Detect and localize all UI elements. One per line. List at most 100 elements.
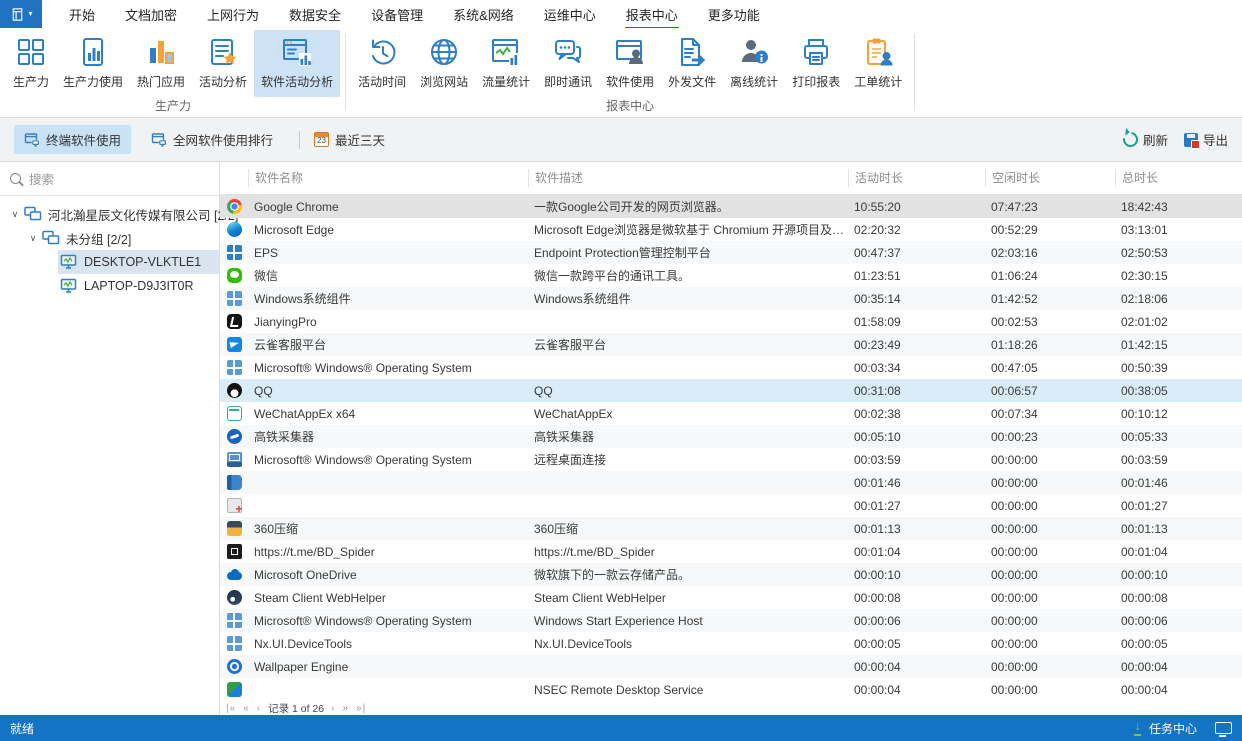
table-row[interactable]: NSEC Remote Desktop Service 00:00:04 00:…: [220, 678, 1242, 701]
column-header-name[interactable]: 软件名称: [248, 169, 528, 187]
computer-icon: [60, 254, 78, 270]
menu-item[interactable]: 开始: [54, 0, 110, 28]
org-icon: [24, 206, 42, 222]
ribbon-button[interactable]: 即时通讯: [537, 30, 599, 97]
next-page-button[interactable]: ›: [331, 703, 335, 714]
ribbon-button[interactable]: 软件活动分析: [254, 30, 340, 97]
toolbar-separator: [299, 131, 300, 149]
tree-node[interactable]: LAPTOP-D9J3IT0R: [0, 274, 219, 298]
table-row[interactable]: 微信 微信一款跨平台的通讯工具。 01:23:51 01:06:24 02:30…: [220, 264, 1242, 287]
refresh-button[interactable]: 刷新: [1123, 130, 1168, 149]
table-row[interactable]: EPS Endpoint Protection管理控制平台 00:47:37 0…: [220, 241, 1242, 264]
column-header-idle[interactable]: 空闲时长: [985, 169, 1115, 187]
software-usage-table: 软件名称 软件描述 活动时长 空闲时长 总时长 Google Chrome 一款…: [220, 162, 1242, 715]
ribbon-separator: [914, 34, 915, 111]
tree-node[interactable]: ∨ 未分组 [2/2]: [0, 226, 219, 250]
gaotie-icon: [227, 429, 242, 444]
menu-item[interactable]: 系统&网络: [438, 0, 529, 28]
user-info-icon: [738, 36, 770, 68]
tree-node[interactable]: ∨ 河北瀚星辰文化传媒有限公司 [2/2]: [0, 202, 219, 226]
device-tree: ∨ 河北瀚星辰文化传媒有限公司 [2/2] ∨ 未分组 [2/2]: [0, 196, 219, 298]
table-row[interactable]: https://t.me/BD_Spider https://t.me/BD_S…: [220, 540, 1242, 563]
export-button[interactable]: 导出: [1184, 130, 1228, 149]
ribbon-button[interactable]: 浏览网站: [413, 30, 475, 97]
expand-arrow-icon[interactable]: ∨: [8, 209, 22, 220]
menu-item[interactable]: 更多功能: [693, 0, 775, 28]
ribbon: 生产力 生产力使用 热门应用 活动分析 软件活动分析 生产力: [0, 28, 1242, 118]
table-row[interactable]: 00:01:46 00:00:00 00:01:46: [220, 471, 1242, 494]
table-row[interactable]: Microsoft® Windows® Operating System 00:…: [220, 356, 1242, 379]
menu-item[interactable]: 数据安全: [274, 0, 356, 28]
table-row[interactable]: Microsoft Edge Microsoft Edge浏览器是微软基于 Ch…: [220, 218, 1242, 241]
menu-bar: ▾ 开始 文档加密 上网行为 数据安全 设备管理 系统&网络 运维中心: [0, 0, 1242, 28]
menu-item[interactable]: 运维中心: [529, 0, 611, 28]
table-row[interactable]: 360压缩 360压缩 00:01:13 00:00:00 00:01:13: [220, 517, 1242, 540]
prev-group-button[interactable]: «: [243, 703, 250, 714]
ribbon-button[interactable]: 离线统计: [723, 30, 785, 97]
table-row[interactable]: Nx.UI.DeviceTools Nx.UI.DeviceTools 00:0…: [220, 632, 1242, 655]
ribbon-button[interactable]: 生产力使用: [56, 30, 130, 97]
view-tab[interactable]: 终端软件使用: [14, 125, 131, 154]
search-icon: [10, 173, 21, 184]
chat-icon: [552, 36, 584, 68]
table-row[interactable]: Wallpaper Engine 00:00:04 00:00:00 00:00…: [220, 655, 1242, 678]
table-row[interactable]: Windows系统组件 Windows系统组件 00:35:14 01:42:5…: [220, 287, 1242, 310]
task-center-button[interactable]: 任务中心: [1149, 720, 1197, 737]
search-input[interactable]: 搜索: [0, 162, 219, 196]
table-row[interactable]: 高铁采集器 高铁采集器 00:05:10 00:00:23 00:05:33: [220, 425, 1242, 448]
expand-arrow-icon[interactable]: ∨: [26, 233, 40, 244]
menu-item[interactable]: 文档加密: [110, 0, 192, 28]
column-header-active[interactable]: 活动时长: [848, 169, 985, 187]
jianying-icon: [227, 314, 242, 329]
screen-icon[interactable]: [1215, 722, 1232, 734]
bdspider-icon: [227, 544, 242, 559]
table-row[interactable]: Steam Client WebHelper Steam Client WebH…: [220, 586, 1242, 609]
table-row[interactable]: WeChatAppEx x64 WeChatAppEx 00:02:38 00:…: [220, 402, 1242, 425]
steam-icon: [227, 590, 242, 605]
ribbon-button[interactable]: 流量统计: [475, 30, 537, 97]
ribbon-button[interactable]: 软件使用: [599, 30, 661, 97]
bar-chart-icon: [145, 36, 177, 68]
column-header-desc[interactable]: 软件描述: [528, 169, 848, 187]
calendar-icon: 23: [314, 132, 329, 147]
devcross-icon: [227, 498, 242, 513]
ribbon-button[interactable]: 工单统计: [847, 30, 909, 97]
ribbon-button[interactable]: 外发文件: [661, 30, 723, 97]
table-row[interactable]: Microsoft® Windows® Operating System Win…: [220, 609, 1242, 632]
ribbon-button[interactable]: 热门应用: [130, 30, 192, 97]
status-text: 就绪: [10, 720, 34, 737]
first-page-button[interactable]: |«: [226, 703, 236, 714]
table-row[interactable]: 00:01:27 00:00:00 00:01:27: [220, 494, 1242, 517]
edge-icon: [227, 222, 242, 237]
yunque-icon: [227, 337, 242, 352]
ribbon-group-report-center: 活动时间 浏览网站 流量统计 即时通讯 软件使用: [349, 28, 911, 117]
winflag-icon: [227, 360, 242, 375]
prev-page-button[interactable]: ‹: [257, 703, 261, 714]
tab-window-icon: [24, 132, 40, 148]
table-row[interactable]: Microsoft OneDrive 微软旗下的一款云存储产品。 00:00:1…: [220, 563, 1242, 586]
ribbon-button[interactable]: 打印报表: [785, 30, 847, 97]
table-row[interactable]: 云雀客服平台 云雀客服平台 00:23:49 01:18:26 01:42:15: [220, 333, 1242, 356]
tree-node[interactable]: DESKTOP-VLKTLE1: [0, 250, 219, 274]
group-icon: [42, 230, 60, 246]
table-row[interactable]: JianyingPro 01:58:09 00:02:53 02:01:02: [220, 310, 1242, 333]
app-menu-button[interactable]: ▾: [0, 0, 42, 28]
table-row[interactable]: Google Chrome 一款Google公司开发的网页浏览器。 10:55:…: [220, 195, 1242, 218]
view-tabs: 终端软件使用 全网软件使用排行: [14, 125, 293, 154]
view-tab[interactable]: 全网软件使用排行: [141, 125, 283, 154]
menu-item[interactable]: 报表中心: [611, 0, 693, 28]
last-page-button[interactable]: »|: [356, 703, 366, 714]
next-group-button[interactable]: »: [342, 703, 349, 714]
window-user-icon: [614, 36, 646, 68]
download-icon: ↓: [1134, 720, 1141, 736]
table-row[interactable]: Microsoft® Windows® Operating System 远程桌…: [220, 448, 1242, 471]
menu-item[interactable]: 上网行为: [192, 0, 274, 28]
column-header-total[interactable]: 总时长: [1115, 169, 1242, 187]
ribbon-button[interactable]: 生产力: [6, 30, 56, 97]
menu-item[interactable]: 设备管理: [356, 0, 438, 28]
table-row[interactable]: QQ QQ 00:31:08 00:06:57 00:38:05: [220, 379, 1242, 402]
date-filter-button[interactable]: 23 最近三天: [314, 130, 385, 149]
ribbon-button[interactable]: 活动分析: [192, 30, 254, 97]
ribbon-button[interactable]: 活动时间: [351, 30, 413, 97]
window-chart-icon: [281, 36, 313, 68]
